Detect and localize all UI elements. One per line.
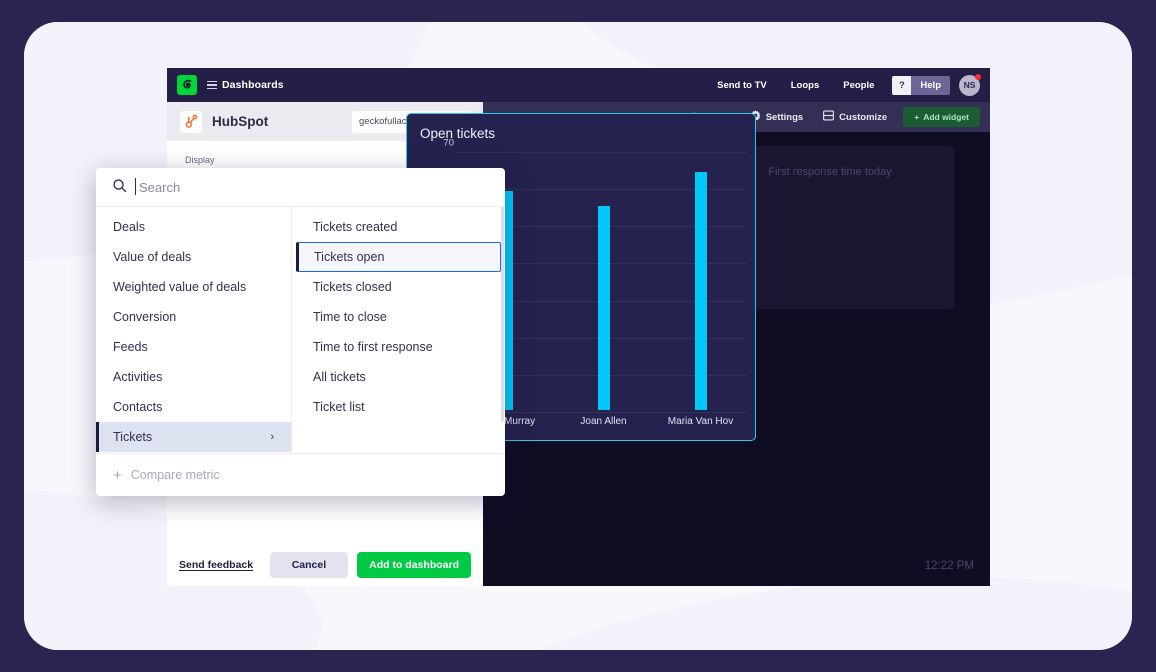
dropdown-item-tickets[interactable]: Tickets › [96, 422, 291, 452]
compare-metric-label: Compare metric [130, 468, 220, 482]
dropdown-item-deals[interactable]: Deals [96, 212, 291, 242]
customize-label: Customize [839, 111, 888, 123]
chart-x-tick-label: Maria Van Hov [667, 416, 734, 427]
add-widget-label: Add widget [923, 112, 969, 122]
search-icon [112, 178, 127, 196]
notification-dot-icon [975, 73, 981, 80]
dropdown-item-weighted-value-of-deals[interactable]: Weighted value of deals [96, 272, 291, 302]
chevron-right-icon: › [270, 431, 274, 443]
chart-gridline [458, 152, 747, 153]
nav-link-send-to-tv[interactable]: Send to TV [705, 80, 779, 91]
dropdown-item-label: Deals [113, 220, 145, 234]
add-to-dashboard-button[interactable]: Add to dashboard [357, 552, 471, 578]
dropdown-item-label: Weighted value of deals [113, 280, 247, 294]
dashboards-menu[interactable]: Dashboards [207, 79, 284, 91]
dropdown-columns: Deals Value of deals Weighted value of dea… [96, 207, 505, 453]
search-row[interactable]: Search [96, 168, 505, 207]
dropdown-item-label: Activities [113, 370, 163, 384]
dropdown-item-label: Tickets [113, 430, 153, 444]
plus-icon: + [113, 466, 122, 484]
dropdown-item-contacts[interactable]: Contacts [96, 392, 291, 422]
panel-footer: Send feedback Cancel Add to dashboard [167, 544, 483, 586]
dropdown-item-label: Value of deals [113, 250, 192, 264]
dropdown-subitem-tickets-closed[interactable]: Tickets closed [296, 272, 501, 302]
dropdown-item-activities[interactable]: Activities [96, 362, 291, 392]
search-input[interactable]: Search [134, 177, 180, 195]
customize-button[interactable]: Customize [813, 110, 897, 124]
avatar-initials: NS [963, 80, 976, 90]
nav-right-group: Send to TV Loops People ? Help NS [705, 73, 981, 96]
chart-y-tick-label: 70 [443, 137, 454, 149]
plus-icon: + [914, 112, 920, 122]
chart-bar[interactable] [694, 172, 707, 410]
chart-x-tick-label: Joan Allen [580, 416, 627, 427]
chart-bar[interactable] [597, 205, 610, 410]
integration-name: HubSpot [212, 114, 269, 129]
question-mark-button[interactable]: ? [892, 75, 912, 95]
dropdown-item-feeds[interactable]: Feeds [96, 332, 291, 362]
hubspot-icon [180, 110, 202, 133]
dropdown-subitem-time-to-close[interactable]: Time to close [296, 302, 501, 332]
dropdown-subitem-tickets-open[interactable]: Tickets open [296, 242, 501, 272]
screenshot-stage: Dashboards Send to TV Loops People ? Hel… [0, 0, 1156, 672]
dropdown-item-label: Contacts [113, 400, 163, 414]
compare-metric-row[interactable]: + Compare metric [96, 453, 505, 496]
send-feedback-link[interactable]: Send feedback [179, 559, 253, 571]
cancel-button[interactable]: Cancel [269, 552, 349, 578]
hamburger-icon [207, 80, 217, 90]
geckoboard-logo-icon[interactable] [177, 75, 197, 95]
top-navigation-bar: Dashboards Send to TV Loops People ? Hel… [167, 68, 990, 102]
dropdown-subitem-time-to-first-response[interactable]: Time to first response [296, 332, 501, 362]
avatar[interactable]: NS [959, 73, 981, 96]
dropdown-item-label: Feeds [113, 340, 148, 354]
dropdown-subitem-all-tickets[interactable]: All tickets [296, 362, 501, 392]
dropdown-item-label: Conversion [113, 310, 177, 324]
add-widget-button[interactable]: + Add widget [903, 107, 980, 127]
nav-link-people[interactable]: People [831, 80, 886, 91]
settings-label: Settings [765, 111, 804, 123]
dashboard-timestamp: 12:22 PM [924, 560, 974, 572]
dropdown-subitem-tickets-created[interactable]: Tickets created [296, 212, 501, 242]
metric-picker-dropdown: Search Deals Value of deals Weighted value… [96, 168, 505, 496]
nav-link-loops[interactable]: Loops [779, 80, 832, 91]
dropdown-right-column: Tickets created Tickets open Tickets close… [292, 207, 505, 453]
help-button[interactable]: Help [911, 75, 950, 95]
dropdown-subitem-ticket-list[interactable]: Ticket list [296, 392, 501, 422]
dropdown-item-value-of-deals[interactable]: Value of deals [96, 242, 291, 272]
dashboards-label: Dashboards [222, 79, 284, 91]
dropdown-left-column: Deals Value of deals Weighted value of dea… [96, 207, 292, 453]
dropdown-item-conversion[interactable]: Conversion [96, 302, 291, 332]
dropdown-scrollbar[interactable] [501, 207, 504, 421]
layout-icon [823, 110, 835, 124]
